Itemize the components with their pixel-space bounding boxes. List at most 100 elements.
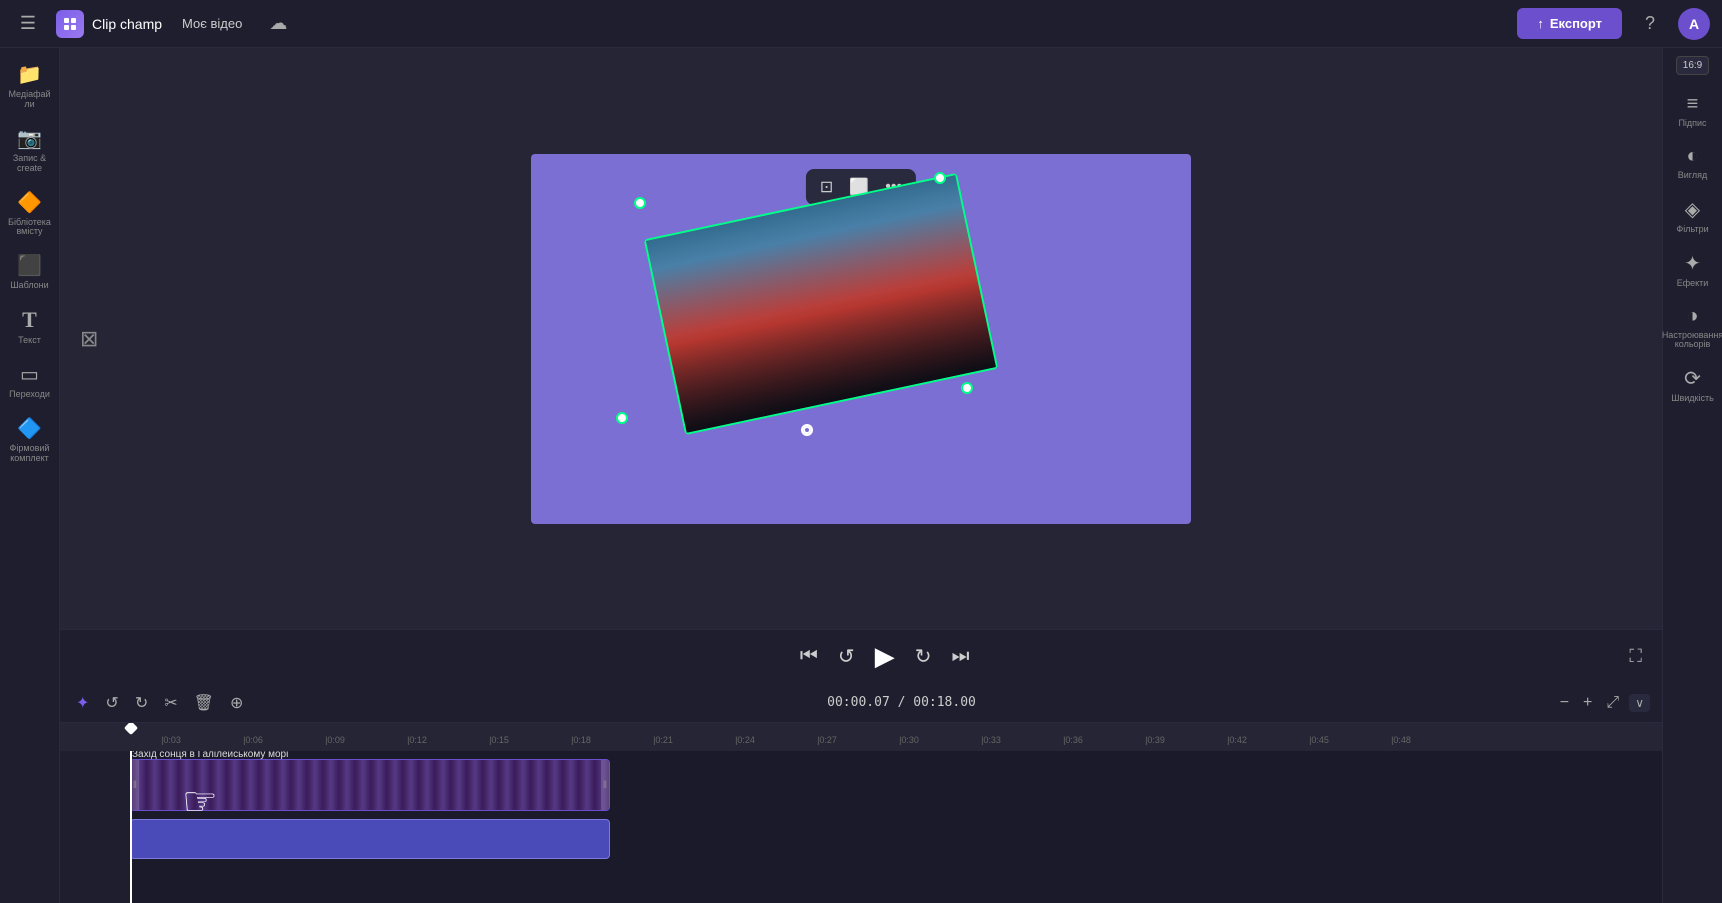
audio-track[interactable]	[130, 819, 610, 859]
my-videos-button[interactable]: Моє відео	[174, 12, 250, 35]
aspect-ratio-button[interactable]: 16:9	[1676, 56, 1709, 75]
ruler-mark-3: |0:12	[376, 735, 458, 747]
fast-forward-button[interactable]: ↻	[915, 644, 932, 669]
zoom-out-button[interactable]: −	[1556, 690, 1573, 716]
header-right: ↑ Експорт ? A	[1517, 8, 1710, 40]
header-left: ☰ Clip champ Моє відео ☁	[12, 8, 294, 40]
rewind-icon: ↺	[838, 646, 855, 668]
help-button[interactable]: ?	[1634, 8, 1666, 40]
app-title: Clip champ	[92, 16, 162, 32]
main-area: 📁 Медіафайли 📷 Запис &create 🔶 Бібліотек…	[0, 48, 1722, 903]
right-sidebar-efekty-label: Ефекти	[1677, 279, 1709, 289]
rewind-button[interactable]: ↺	[838, 644, 855, 669]
ruler-mark-8: |0:27	[786, 735, 868, 747]
preview-area: ⊠ ⊡ ⬜ •••	[60, 48, 1662, 629]
sidebar-item-brand[interactable]: 🔷 Фірмовий комплект	[4, 410, 56, 470]
ruler-mark-13: |0:42	[1196, 735, 1278, 747]
zoom-in-icon: +	[1583, 694, 1592, 711]
track-handle-left[interactable]: ‖	[131, 760, 139, 810]
caption-button[interactable]: ⊠	[80, 326, 98, 352]
sidebar-item-brand-label: Фірмовий комплект	[8, 444, 52, 464]
snap-icon: ✦	[76, 695, 89, 712]
playback-center: ⏮ ↺ ▶ ↻ ⏭	[800, 641, 970, 672]
fullscreen-icon: ⛶	[1629, 646, 1642, 666]
track-label-area	[60, 751, 130, 903]
zoom-in-button[interactable]: +	[1579, 690, 1596, 716]
ruler-mark-12: |0:39	[1114, 735, 1196, 747]
center-area: ⊠ ⊡ ⬜ •••	[60, 48, 1662, 903]
right-sidebar-color-label: Настроювання кольорів	[1662, 331, 1722, 351]
right-sidebar-podpysy-label: Підпис	[1678, 119, 1706, 129]
handle-bottom-left[interactable]	[616, 412, 628, 424]
handle-bottom-right[interactable]	[961, 382, 973, 394]
right-sidebar-item-podpysy[interactable]: ≡ Підпис	[1667, 87, 1719, 135]
video-track-waveform	[131, 760, 609, 810]
handle-rotate[interactable]	[801, 424, 813, 436]
hamburger-icon: ☰	[20, 13, 36, 34]
clip-label: Захід сонця в Галілейському морі	[132, 751, 288, 760]
video-thumbnail	[644, 172, 999, 434]
crop-button[interactable]: ⊡	[814, 173, 839, 201]
captions-icon: ≡	[1687, 93, 1699, 116]
right-sidebar-item-efekty[interactable]: ✦ Ефекти	[1667, 245, 1719, 295]
undo-icon: ↺	[105, 695, 118, 712]
skip-back-button[interactable]: ⏮	[800, 645, 818, 668]
fit-to-window-button[interactable]: ⤢	[1602, 690, 1623, 716]
hamburger-button[interactable]: ☰	[12, 8, 44, 40]
timeline-playhead-line	[130, 751, 132, 903]
sidebar-item-templates[interactable]: ⬛ Шаблони	[4, 247, 56, 297]
skip-forward-button[interactable]: ⏭	[951, 645, 969, 668]
undo-button[interactable]: ↺	[101, 689, 122, 717]
add-media-button[interactable]: ⊕	[226, 689, 247, 717]
ruler-mark-11: |0:36	[1032, 735, 1114, 747]
app-logo-icon	[56, 10, 84, 38]
filters-icon: ◈	[1685, 197, 1700, 222]
right-sidebar-item-filtry[interactable]: ◈ Фільтри	[1667, 191, 1719, 241]
avatar-button[interactable]: A	[1678, 8, 1710, 40]
avatar-letter: A	[1689, 16, 1699, 32]
ruler-mark-15: |0:48	[1360, 735, 1442, 747]
fit-icon: ⤢	[1606, 694, 1619, 711]
right-sidebar-item-color[interactable]: ◑ Настроювання кольорів	[1667, 299, 1719, 357]
sidebar-item-transitions[interactable]: ▭ Переходи	[4, 356, 56, 406]
handle-top-left[interactable]	[634, 197, 646, 209]
ruler-mark-7: |0:24	[704, 735, 786, 747]
cut-button[interactable]: ✂	[160, 689, 181, 717]
sidebar-item-media[interactable]: 📁 Медіафайли	[4, 56, 56, 116]
video-thumbnail-content	[646, 175, 996, 432]
sidebar-item-text-label: Текст	[18, 336, 41, 346]
right-sidebar-item-speed[interactable]: ⟳ Швидкість	[1667, 360, 1719, 410]
cut-icon: ✂	[164, 695, 177, 712]
snap-button[interactable]: ✦	[72, 689, 93, 717]
delete-button[interactable]: 🗑	[190, 689, 218, 717]
transitions-icon: ▭	[20, 362, 39, 387]
track-handle-right[interactable]: ‖	[601, 760, 609, 810]
sidebar-item-text[interactable]: T Текст	[4, 301, 56, 352]
playhead-diamond	[124, 723, 138, 735]
timeline-tracks: Захід сонця в Галілейському морі ‖ ‖ ☞	[60, 751, 1662, 903]
sidebar-item-library[interactable]: 🔶 Бібліотека вмісту	[4, 184, 56, 244]
right-sidebar-item-vyglyad[interactable]: ◐ Вигляд	[1667, 139, 1719, 187]
appearance-icon: ◐	[1686, 145, 1698, 168]
play-button[interactable]: ▶	[875, 641, 895, 672]
track-content-area: Захід сонця в Галілейському морі ‖ ‖ ☞	[130, 751, 1662, 903]
ruler-mark-5: |0:18	[540, 735, 622, 747]
speed-icon: ⟳	[1684, 366, 1701, 391]
cloud-icon-button[interactable]: ☁	[262, 8, 294, 40]
sidebar-item-library-label: Бібліотека вмісту	[8, 218, 52, 238]
video-track[interactable]: ‖ ‖	[130, 759, 610, 811]
timeline-time-display: 00:00.07 / 00:18.00	[827, 695, 976, 710]
ruler-mark-9: |0:30	[868, 735, 950, 747]
add-media-icon: ⊕	[230, 695, 243, 712]
timeline-collapse-button[interactable]: ∨	[1629, 694, 1650, 712]
redo-icon: ↻	[135, 695, 148, 712]
redo-button[interactable]: ↻	[131, 689, 152, 717]
fullscreen-button[interactable]: ⛶	[1629, 646, 1642, 667]
sidebar-item-transitions-label: Переходи	[9, 390, 50, 400]
handle-top-right[interactable]	[934, 172, 946, 184]
export-button[interactable]: ↑ Експорт	[1517, 8, 1622, 39]
text-icon: T	[22, 307, 37, 333]
timeline-area: ✦ ↺ ↻ ✂ 🗑 ⊕	[60, 683, 1662, 903]
sidebar-item-record[interactable]: 📷 Запис &create	[4, 120, 56, 180]
sidebar-item-media-label: Медіафайли	[8, 90, 52, 110]
